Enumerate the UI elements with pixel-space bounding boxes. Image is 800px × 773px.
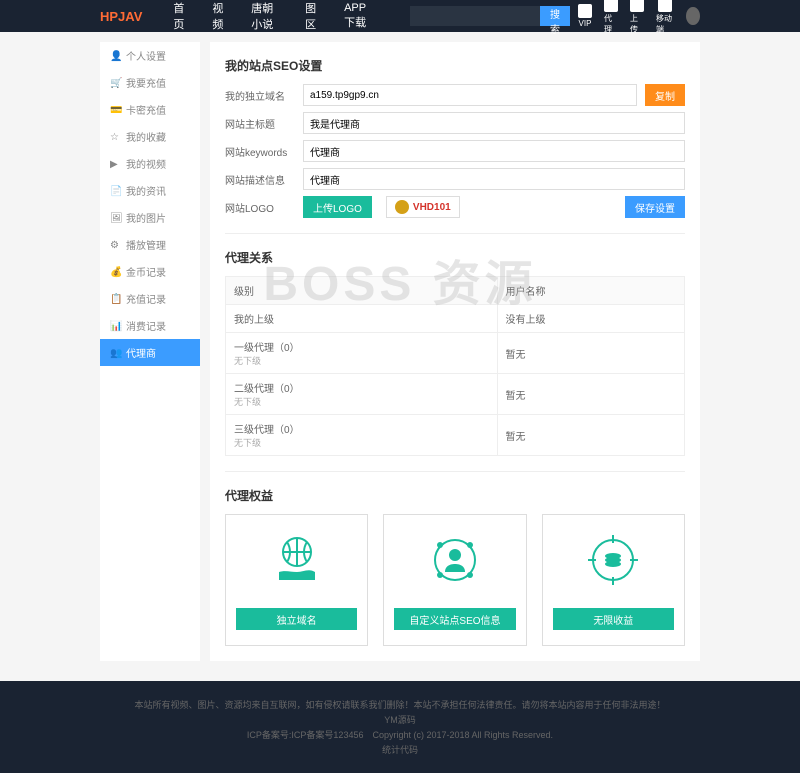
search-box: 搜索 [410,6,570,26]
sidebar-item-video[interactable]: ▶我的视频 [100,150,200,177]
relation-table: 级别用户名称 我的上级没有上级 一级代理（0）无下级暂无 二级代理（0）无下级暂… [225,276,685,456]
nav-app[interactable]: APP下载 [336,2,382,30]
network-person-icon [425,530,485,590]
sidebar-item-coin[interactable]: 💰金币记录 [100,258,200,285]
domain-label: 我的独立域名 [225,88,295,103]
footer-stats: 统计代码 [15,743,785,756]
benefits-title: 代理权益 [225,487,685,504]
domain-input[interactable] [303,84,637,106]
desc-label: 网站描述信息 [225,172,295,187]
keywords-input[interactable] [303,140,685,162]
sidebar-item-recharge[interactable]: 🛒我要充值 [100,69,200,96]
sidebar-item-card[interactable]: 💳卡密充值 [100,96,200,123]
table-row: 我的上级没有上级 [226,305,685,333]
table-header-name: 用户名称 [497,277,684,305]
sidebar-item-news[interactable]: 📄我的资讯 [100,177,200,204]
table-row: 一级代理（0）无下级暂无 [226,333,685,374]
agent-icon[interactable]: 代理 [604,0,618,35]
main-content: 我的站点SEO设置 我的独立域名 复制 网站主标题 网站keywords 网站描… [210,42,700,661]
globe-hand-icon [267,530,327,590]
keywords-label: 网站keywords [225,144,295,159]
benefit-domain-button[interactable]: 独立域名 [236,608,357,630]
sidebar-item-image[interactable]: 🖼我的图片 [100,204,200,231]
search-input[interactable] [410,6,540,26]
nav-video[interactable]: 视频 [204,0,235,32]
vip-icon[interactable]: VIP [578,4,592,28]
search-button[interactable]: 搜索 [540,6,570,26]
target-coin-icon [583,530,643,590]
desc-input[interactable] [303,168,685,190]
header-right: VIP 代理 上传 移动端 [578,0,700,35]
title-input[interactable] [303,112,685,134]
table-row: 二级代理（0）无下级暂无 [226,374,685,415]
nav-novel[interactable]: 唐朝小说 [243,0,289,32]
benefit-domain: 独立域名 [225,514,368,646]
avatar[interactable] [686,7,700,25]
benefit-seo: 自定义站点SEO信息 [383,514,526,646]
sidebar: 👤个人设置 🛒我要充值 💳卡密充值 ☆我的收藏 ▶我的视频 📄我的资讯 🖼我的图… [100,42,200,661]
relation-title: 代理关系 [225,249,685,266]
seo-title: 我的站点SEO设置 [225,57,685,74]
sidebar-item-favorite[interactable]: ☆我的收藏 [100,123,200,150]
table-header-level: 级别 [226,277,498,305]
mobile-icon[interactable]: 移动端 [656,0,674,35]
footer-disclaimer: 本站所有视频、图片、资源均来自互联网，如有侵权请联系我们删除！本站不承担任何法律… [15,698,785,711]
copy-button[interactable]: 复制 [645,84,685,106]
benefit-income: 无限收益 [542,514,685,646]
sidebar-item-recharge-log[interactable]: 📋充值记录 [100,285,200,312]
upload-icon[interactable]: 上传 [630,0,644,35]
logo-preview: VHD101 [386,196,460,218]
header: HPJAV 首页 视频 唐朝小说 图区 APP下载 搜索 VIP 代理 上传 移… [0,0,800,32]
footer: 本站所有视频、图片、资源均来自互联网，如有侵权请联系我们删除！本站不承担任何法律… [0,681,800,773]
nav-home[interactable]: 首页 [165,0,196,32]
sidebar-item-agent[interactable]: 👥代理商 [100,339,200,366]
nav-image[interactable]: 图区 [297,0,328,32]
title-label: 网站主标题 [225,116,295,131]
upload-logo-button[interactable]: 上传LOGO [303,196,372,218]
sidebar-item-profile[interactable]: 👤个人设置 [100,42,200,69]
sidebar-item-consume[interactable]: 📊消费记录 [100,312,200,339]
footer-brand: YM源码 [15,713,785,726]
benefit-seo-button[interactable]: 自定义站点SEO信息 [394,608,515,630]
save-button[interactable]: 保存设置 [625,196,685,218]
benefits-row: 独立域名 自定义站点SEO信息 无限收益 [225,514,685,646]
logo[interactable]: HPJAV [100,9,142,24]
benefit-income-button[interactable]: 无限收益 [553,608,674,630]
table-row: 三级代理（0）无下级暂无 [226,415,685,456]
footer-copyright: ICP备案号:ICP备案号123456 Copyright (c) 2017-2… [15,728,785,741]
sidebar-item-play[interactable]: ⚙播放管理 [100,231,200,258]
logo-label: 网站LOGO [225,200,295,215]
